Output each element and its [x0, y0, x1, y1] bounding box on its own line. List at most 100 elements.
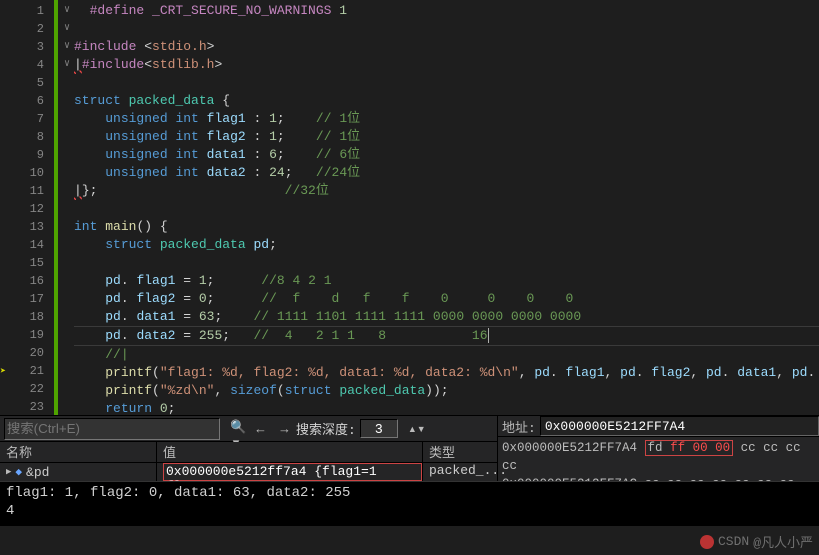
fold-icon[interactable]: ∨: [60, 38, 74, 56]
fold-gutter[interactable]: ∨∨∨∨: [60, 0, 74, 415]
line-number: 4: [14, 56, 44, 74]
code-line[interactable]: #include <stdio.h>: [74, 38, 819, 56]
code-line[interactable]: printf("flag1: %d, flag2: %d, data1: %d,…: [74, 364, 819, 382]
breakpoint-gutter[interactable]: ➤: [0, 0, 14, 415]
breakpoint-slot[interactable]: [0, 56, 14, 74]
code-line[interactable]: [74, 20, 819, 38]
breakpoint-slot[interactable]: [0, 200, 14, 218]
code-line[interactable]: struct packed_data pd;: [74, 236, 819, 254]
breakpoint-slot[interactable]: [0, 74, 14, 92]
code-line[interactable]: [74, 254, 819, 272]
nav-fwd-icon[interactable]: →: [272, 418, 296, 440]
code-line[interactable]: [74, 200, 819, 218]
code-line[interactable]: printf("%zd\n", sizeof(struct packed_dat…: [74, 382, 819, 400]
code-area[interactable]: #define _CRT_SECURE_NO_WARNINGS 1 #includ…: [74, 0, 819, 415]
breakpoint-slot[interactable]: [0, 254, 14, 272]
code-line[interactable]: unsigned int data1 : 6; // 6位: [74, 146, 819, 164]
console-line: 4: [6, 503, 14, 519]
line-number-gutter: 1234567891011121314151617181920212223: [14, 0, 50, 415]
code-line[interactable]: unsigned int data2 : 24; //24位: [74, 164, 819, 182]
watermark-site: CSDN: [718, 534, 749, 549]
breakpoint-slot[interactable]: [0, 344, 14, 362]
memory-toolbar: 地址:: [498, 416, 819, 437]
code-line[interactable]: struct packed_data {: [74, 92, 819, 110]
breakpoint-slot[interactable]: [0, 128, 14, 146]
line-number: 9: [14, 146, 44, 164]
watch-value: 0x000000e5212ff7a4 {flag1=1 fl...: [163, 463, 422, 481]
breakpoint-slot[interactable]: [0, 146, 14, 164]
breakpoint-slot[interactable]: [0, 290, 14, 308]
breakpoint-slot[interactable]: [0, 236, 14, 254]
watch-row[interactable]: ▶◆&pd0x000000e5212ff7a4 {flag1=1 fl...pa…: [0, 463, 497, 481]
output-console[interactable]: flag1: 1, flag2: 0, data1: 63, data2: 25…: [0, 481, 819, 526]
breakpoint-slot[interactable]: [0, 326, 14, 344]
watermark: CSDN @凡人小严: [700, 532, 813, 551]
code-line[interactable]: [74, 74, 819, 92]
watermark-user: @凡人小严: [753, 532, 813, 551]
fold-icon[interactable]: ∨: [60, 2, 74, 20]
line-number: 17: [14, 290, 44, 308]
line-number: 15: [14, 254, 44, 272]
variable-icon: ◆: [15, 465, 22, 479]
watch-panel: 🔍▾ ← → 搜索深度: ▲▼ 名称 值 类型 ▶◆&pd0x000000e52…: [0, 416, 498, 481]
col-name: 名称: [0, 442, 157, 462]
code-line[interactable]: unsigned int flag2 : 1; // 1位: [74, 128, 819, 146]
code-line[interactable]: //|: [74, 346, 819, 364]
watch-toolbar: 🔍▾ ← → 搜索深度: ▲▼: [0, 416, 497, 442]
code-line[interactable]: |#include<stdlib.h>: [74, 56, 819, 74]
breakpoint-slot[interactable]: [0, 380, 14, 398]
depth-spinner-icon[interactable]: ▲▼: [402, 418, 426, 440]
address-input[interactable]: [540, 416, 819, 436]
breakpoint-slot[interactable]: [0, 92, 14, 110]
breakpoint-slot[interactable]: [0, 308, 14, 326]
code-line[interactable]: pd. flag2 = 0; // f d f f 0 0 0 0: [74, 290, 819, 308]
modified-bar: [54, 0, 58, 415]
memory-panel: 地址: 0x000000E5212FF7A4 fd ff 00 00 cc cc…: [498, 416, 819, 481]
console-line: flag1: 1, flag2: 0, data1: 63, data2: 25…: [6, 485, 350, 501]
line-number: 8: [14, 128, 44, 146]
line-number: 12: [14, 200, 44, 218]
code-line[interactable]: pd. data1 = 63; // 1111 1101 1111 1111 0…: [74, 308, 819, 326]
breakpoint-slot[interactable]: [0, 398, 14, 415]
watch-table[interactable]: 名称 值 类型 ▶◆&pd0x000000e5212ff7a4 {flag1=1…: [0, 442, 497, 481]
nav-back-icon[interactable]: ←: [248, 418, 272, 440]
line-number: 1: [14, 2, 44, 20]
code-line[interactable]: #define _CRT_SECURE_NO_WARNINGS 1: [74, 2, 819, 20]
watch-type: packed_...: [423, 463, 497, 481]
depth-label: 搜索深度:: [296, 419, 356, 438]
line-number: 20: [14, 344, 44, 362]
address-label: 地址:: [498, 417, 540, 436]
breakpoint-slot[interactable]: [0, 38, 14, 56]
line-number: 2: [14, 20, 44, 38]
line-number: 19: [14, 326, 44, 344]
depth-input[interactable]: [360, 419, 398, 438]
line-number: 5: [14, 74, 44, 92]
line-number: 14: [14, 236, 44, 254]
code-line[interactable]: int main() {: [74, 218, 819, 236]
code-line[interactable]: |}; //32位: [74, 182, 819, 200]
breakpoint-slot[interactable]: ➤: [0, 362, 14, 380]
code-line[interactable]: unsigned int flag1 : 1; // 1位: [74, 110, 819, 128]
watch-header: 名称 值 类型: [0, 442, 497, 463]
breakpoint-slot[interactable]: [0, 164, 14, 182]
code-editor[interactable]: ➤ 1234567891011121314151617181920212223 …: [0, 0, 819, 415]
line-number: 21: [14, 362, 44, 380]
col-type: 类型: [423, 442, 497, 462]
breakpoint-slot[interactable]: [0, 272, 14, 290]
breakpoint-slot[interactable]: [0, 182, 14, 200]
code-line[interactable]: pd. flag1 = 1; //8 4 2 1: [74, 272, 819, 290]
fold-icon[interactable]: ∨: [60, 20, 74, 38]
breakpoint-slot[interactable]: [0, 218, 14, 236]
search-input[interactable]: [4, 418, 220, 440]
breakpoint-slot[interactable]: [0, 2, 14, 20]
search-icon[interactable]: 🔍▾: [224, 418, 248, 440]
breakpoint-slot[interactable]: [0, 110, 14, 128]
fold-icon[interactable]: ∨: [60, 56, 74, 74]
code-line[interactable]: pd. data2 = 255; // 4 2 1 1 8 16: [74, 326, 819, 346]
line-number: 7: [14, 110, 44, 128]
expand-icon[interactable]: ▶: [6, 467, 11, 477]
line-number: 11: [14, 182, 44, 200]
breakpoint-slot[interactable]: [0, 20, 14, 38]
line-number: 13: [14, 218, 44, 236]
code-line[interactable]: return 0;: [74, 400, 819, 415]
